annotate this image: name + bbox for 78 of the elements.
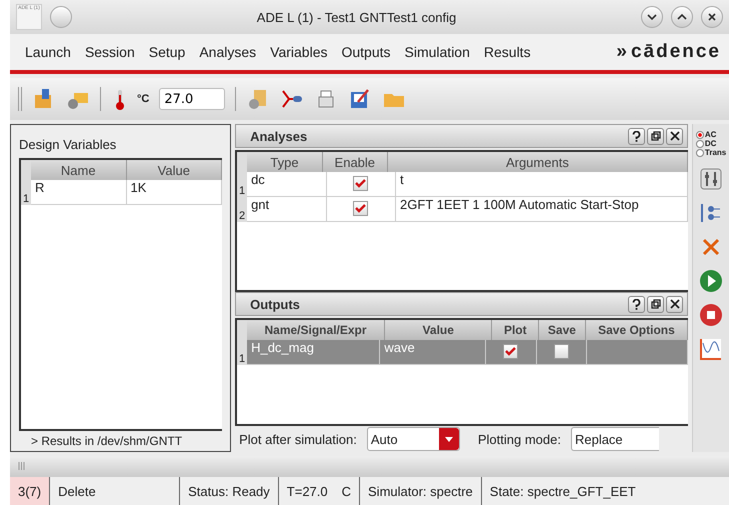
grip-icon[interactable] — [18, 462, 25, 470]
window-title: ADE L (1) - Test1 GNTTest1 config — [256, 10, 458, 24]
plotting-mode-label: Plotting mode: — [478, 432, 561, 446]
menu-item[interactable]: Session — [78, 44, 142, 60]
menu-item[interactable]: Simulation — [398, 44, 477, 60]
row-number: 1 — [21, 180, 31, 205]
row-number: 1 — [237, 172, 248, 197]
table-cell: dc — [247, 172, 327, 197]
row-number: 1 — [237, 340, 248, 365]
panel-title: Design Variables — [18, 136, 118, 154]
play-icon[interactable] — [699, 269, 724, 293]
maximize-button[interactable] — [671, 6, 693, 28]
column-header[interactable]: Plot — [492, 320, 540, 340]
menu-item[interactable]: Launch — [18, 44, 78, 60]
close-button[interactable] — [666, 128, 684, 144]
status-simulator: Simulator: spectre — [360, 477, 482, 505]
table-cell: 1K — [126, 180, 222, 205]
column-header[interactable]: Name/Signal/Expr — [247, 320, 385, 340]
plot-checkbox[interactable] — [503, 344, 518, 359]
row-number: 2 — [237, 197, 248, 222]
panel-title: Analyses — [250, 128, 308, 144]
float-button[interactable] — [647, 296, 664, 312]
minimize-button[interactable] — [641, 6, 663, 28]
menu-item[interactable]: Results — [476, 44, 538, 60]
table-corner — [237, 152, 248, 172]
column-header[interactable]: Arguments — [388, 152, 688, 172]
column-header[interactable]: Save — [539, 320, 586, 340]
table-corner — [21, 160, 31, 180]
panel-title: Outputs — [250, 296, 300, 312]
analysis-radio[interactable]: AC — [696, 130, 726, 139]
chevron-down-icon — [647, 13, 657, 21]
close-button[interactable] — [701, 6, 723, 28]
menu-item[interactable]: Setup — [142, 44, 192, 60]
status-state: State: spectre_GFT_EET — [488, 482, 637, 501]
temperature-field[interactable]: 27.0 — [159, 88, 226, 110]
table-corner — [237, 320, 248, 340]
sliders-icon[interactable] — [699, 167, 724, 191]
enable-checkbox[interactable] — [353, 201, 368, 216]
close-button[interactable] — [666, 296, 684, 312]
status-command: Delete — [50, 477, 180, 505]
menu-item[interactable]: Outputs — [334, 44, 398, 60]
chevron-up-icon — [677, 13, 687, 21]
help-icon — [632, 298, 642, 310]
plotting-mode-dropdown[interactable]: Replace — [570, 427, 659, 451]
table-cell: R — [31, 180, 127, 205]
help-icon — [632, 130, 642, 142]
float-button[interactable] — [647, 128, 664, 144]
save-checkbox[interactable] — [554, 344, 569, 359]
column-header[interactable]: Value — [384, 320, 492, 340]
column-header[interactable]: Save Options — [586, 320, 688, 340]
status-temperature: T=27.0 C — [278, 477, 360, 505]
enable-checkbox[interactable] — [353, 176, 368, 191]
help-button[interactable] — [628, 128, 646, 144]
waveform-icon[interactable] — [699, 337, 724, 361]
table-cell: H_dc_mag — [247, 340, 380, 365]
column-header[interactable]: Name — [31, 160, 127, 180]
menu-item[interactable]: Variables — [263, 44, 334, 60]
status-count: 3(7) — [10, 477, 50, 505]
table-cell: wave — [380, 340, 486, 365]
caret-icon — [438, 428, 459, 450]
analysis-radio[interactable]: Trans — [696, 148, 726, 157]
plot-after-dropdown[interactable]: Auto — [366, 427, 460, 451]
column-header[interactable]: Value — [126, 160, 222, 180]
logo: »cādence — [616, 41, 721, 63]
analysis-radio[interactable]: DC — [696, 139, 726, 148]
unit-label: °C — [137, 93, 150, 105]
column-header[interactable]: Type — [247, 152, 323, 172]
stop-icon[interactable] — [699, 303, 724, 327]
plot-after-label: Plot after simulation: — [239, 432, 357, 446]
table-cell: gnt — [247, 197, 327, 222]
column-header[interactable]: Enable — [322, 152, 388, 172]
menu-item[interactable]: Analyses — [192, 44, 264, 60]
close-icon — [707, 12, 717, 22]
table-cell: 2GFT 1EET 1 100M Automatic Start-Stop — [396, 197, 688, 222]
help-button[interactable] — [628, 296, 646, 312]
results-path: > Results in /dev/shm/GNTT — [30, 433, 184, 450]
table-cell: t — [396, 172, 688, 197]
status-text: Status: Ready — [180, 477, 279, 505]
